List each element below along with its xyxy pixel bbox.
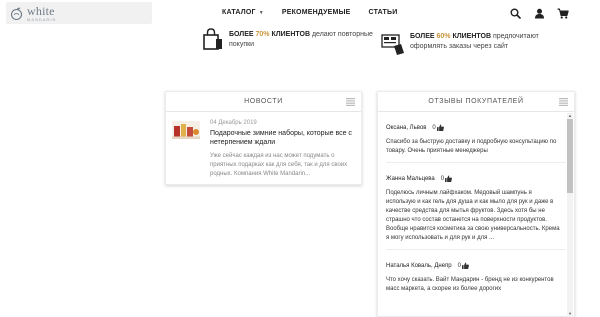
like-count: 0 [432, 124, 436, 131]
review-author: Наталья Коваль, Днепр [386, 262, 452, 269]
news-excerpt: Уже сейчас каждая из нас может подумать … [210, 153, 348, 177]
review-likes[interactable]: 0 [432, 124, 444, 131]
promo-repeat-purchases: БОЛЕЕ 70% КЛИЕНТОВ делают повторные поку… [200, 27, 379, 51]
reviews-list[interactable]: Оксана, Львов 0 Спасибо за быструю доста… [378, 112, 574, 317]
mandarin-logo-icon [8, 5, 24, 21]
promo-1-bold: КЛИЕНТОВ [269, 31, 311, 38]
review-author: Жанна Мальцева [386, 175, 435, 182]
promo-1-prefix: БОЛЕЕ [229, 31, 256, 38]
reviews-panel-header: ОТЗЫВЫ ПОКУПАТЕЛЕЙ [378, 92, 574, 112]
review-text: Спасибо за быструю доставку и подробную … [386, 139, 557, 154]
nav-catalog-label: КАТАЛОГ [222, 9, 256, 16]
promo-2-percent: 60% [436, 33, 451, 40]
site-header: white MANDARIN КАТАЛОГ ▼ РЕКОМЕНДУЕМЫЕ С… [0, 0, 600, 26]
promo-1-percent: 70% [255, 31, 270, 38]
review-item: Оксана, Львов 0 Спасибо за быструю доста… [386, 112, 566, 156]
logo-subtitle: MANDARIN [27, 16, 57, 22]
promo-2-prefix: БОЛЕЕ [410, 33, 437, 40]
reviews-panel-title: ОТЗЫВЫ ПОКУПАТЕЛЕЙ [428, 98, 524, 105]
thumbs-up-icon[interactable] [445, 175, 453, 182]
news-date: 04 Декабрь 2019 [210, 120, 257, 126]
list-icon[interactable] [346, 98, 355, 106]
chevron-down-icon: ▼ [258, 9, 264, 16]
search-icon[interactable] [508, 7, 522, 19]
nav-articles-label: СТАТЬИ [368, 9, 398, 16]
promo-online-orders: БОЛЕЕ 60% КЛИЕНТОВ предпочитают оформлят… [381, 32, 560, 56]
nav-recommended-label: РЕКОМЕНДУЕМЫЕ [281, 9, 351, 16]
like-count: 0 [440, 175, 445, 182]
review-text: Поделюсь личным лайфхаком. Медовый шампу… [386, 190, 560, 241]
news-item[interactable]: 04 Декабрь 2019 Подарочные зимние наборы… [166, 112, 361, 179]
nav-recommended[interactable]: РЕКОМЕНДУЕМЫЕ [282, 9, 351, 16]
news-thumbnail[interactable] [172, 121, 200, 139]
header-actions [508, 7, 570, 19]
main-nav: КАТАЛОГ ▼ РЕКОМЕНДУЕМЫЕ СТАТЬИ [222, 9, 397, 16]
news-panel-header: НОВОСТИ [166, 92, 361, 112]
news-panel: НОВОСТИ 04 Декабрь 2019 Подарочные зимни… [165, 91, 362, 185]
promo-2-bold: КЛИЕНТОВ [450, 33, 492, 40]
review-likes[interactable]: 0 [458, 262, 469, 269]
reviews-scrollbar[interactable]: ▲ ▼ [567, 113, 573, 317]
news-panel-title: НОВОСТИ [244, 98, 283, 105]
review-item: Жанна Мальцева 0 Поделюсь личным лайфхак… [386, 162, 566, 243]
thumbs-up-icon[interactable] [462, 262, 469, 269]
review-author: Оксана, Львов [386, 124, 427, 131]
shopping-bag-icon [200, 27, 224, 51]
review-item: Наталья Коваль, Днепр 0 Что хочу сказать… [386, 249, 566, 294]
review-text: Что хочу сказать. Вайт Мандарин - бренд … [386, 277, 554, 292]
nav-articles[interactable]: СТАТЬИ [369, 9, 398, 16]
reviews-panel: ОТЗЫВЫ ПОКУПАТЕЛЕЙ Оксана, Львов 0 Спаси… [377, 91, 575, 317]
scrollbar-thumb[interactable] [567, 119, 573, 193]
user-icon[interactable] [532, 7, 546, 19]
promo-repeat-text: БОЛЕЕ 70% КЛИЕНТОВ делают повторные поку… [229, 30, 379, 50]
page: white MANDARIN КАТАЛОГ ▼ РЕКОМЕНДУЕМЫЕ С… [0, 0, 600, 317]
logo[interactable]: white MANDARIN [6, 2, 152, 24]
nav-catalog[interactable]: КАТАЛОГ ▼ [222, 9, 264, 16]
scroll-down-arrow-icon[interactable]: ▼ [567, 311, 573, 317]
online-order-icon [381, 32, 405, 56]
review-likes[interactable]: 0 [440, 175, 453, 182]
promo-online-text: БОЛЕЕ 60% КЛИЕНТОВ предпочитают оформлят… [410, 32, 560, 52]
list-icon[interactable] [559, 98, 568, 106]
cart-icon[interactable] [556, 7, 570, 19]
logo-word: white [27, 3, 55, 18]
thumbs-up-icon[interactable] [436, 124, 444, 131]
news-title-link[interactable]: Подарочные зимние наборы, которые все с … [210, 129, 360, 147]
like-count: 0 [457, 262, 461, 269]
